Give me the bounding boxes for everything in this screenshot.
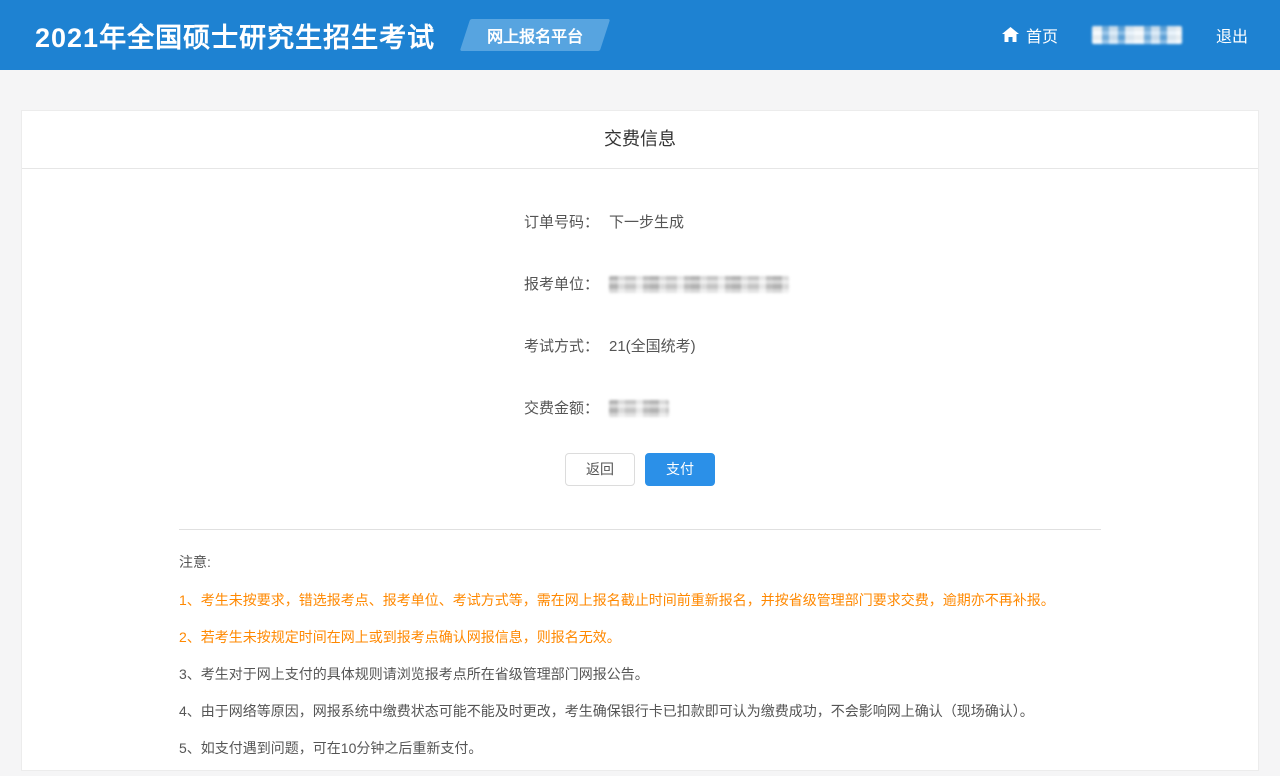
target-unit-label: 报考单位： <box>22 277 599 292</box>
username-redacted <box>1092 26 1182 44</box>
exam-method-label: 考试方式： <box>22 339 599 354</box>
page: { "header": { "title": "2021年全国硕士研究生招生考试… <box>0 0 1280 776</box>
platform-badge-label: 网上报名平台 <box>487 23 583 47</box>
order-number-value: 下一步生成 <box>609 215 684 230</box>
notes-section: 注意: 1、考生未按要求，错选报考点、报考单位、考试方式等，需在网上报名截止时间… <box>179 555 1101 756</box>
main-content: 交费信息 订单号码： 下一步生成 报考单位： 考试方式： 21(全国统考) 交费… <box>0 110 1280 771</box>
target-unit-value <box>609 276 789 293</box>
exam-method-value: 21(全国统考) <box>609 339 696 354</box>
target-unit-redacted <box>609 276 789 293</box>
page-title: 交费信息 <box>22 111 1258 169</box>
header-nav: 首页 退出 <box>1002 23 1248 47</box>
nav-logout-link[interactable]: 退出 <box>1216 23 1248 47</box>
nav-home-link[interactable]: 首页 <box>1002 23 1058 47</box>
form-row-order-number: 订单号码： 下一步生成 <box>22 215 1258 230</box>
notes-list: 1、考生未按要求，错选报考点、报考单位、考试方式等，需在网上报名截止时间前重新报… <box>179 593 1101 756</box>
back-button[interactable]: 返回 <box>565 453 635 486</box>
form-row-payment-amount: 交费金额： <box>22 400 1258 417</box>
payment-info-card: 交费信息 订单号码： 下一步生成 报考单位： 考试方式： 21(全国统考) 交费… <box>21 110 1259 771</box>
payment-amount-value <box>609 400 669 417</box>
pay-button[interactable]: 支付 <box>645 453 715 486</box>
note-item-2: 2、若考生未按规定时间在网上或到报考点确认网报信息，则报名无效。 <box>179 630 1101 645</box>
note-item-5: 5、如支付遇到问题，可在10分钟之后重新支付。 <box>179 741 1101 756</box>
form-row-exam-method: 考试方式： 21(全国统考) <box>22 339 1258 354</box>
platform-badge: 网上报名平台 <box>465 19 605 51</box>
payment-form: 订单号码： 下一步生成 报考单位： 考试方式： 21(全国统考) 交费金额： <box>22 169 1258 417</box>
button-row: 返回 支付 <box>22 453 1258 486</box>
home-icon <box>1002 27 1019 43</box>
app-header: 2021年全国硕士研究生招生考试 网上报名平台 首页 退出 <box>0 0 1280 70</box>
note-item-4: 4、由于网络等原因，网报系统中缴费状态可能不能及时更改，考生确保银行卡已扣款即可… <box>179 704 1101 719</box>
notes-divider <box>179 529 1101 530</box>
order-number-label: 订单号码： <box>22 215 599 230</box>
payment-amount-label: 交费金额： <box>22 401 599 416</box>
app-title: 2021年全国硕士研究生招生考试 <box>35 16 435 55</box>
note-item-1: 1、考生未按要求，错选报考点、报考单位、考试方式等，需在网上报名截止时间前重新报… <box>179 593 1101 608</box>
notes-heading: 注意: <box>179 555 1101 570</box>
note-item-3: 3、考生对于网上支付的具体规则请浏览报考点所在省级管理部门网报公告。 <box>179 667 1101 682</box>
form-row-target-unit: 报考单位： <box>22 276 1258 293</box>
payment-amount-redacted <box>609 400 669 417</box>
nav-home-label: 首页 <box>1026 23 1058 47</box>
